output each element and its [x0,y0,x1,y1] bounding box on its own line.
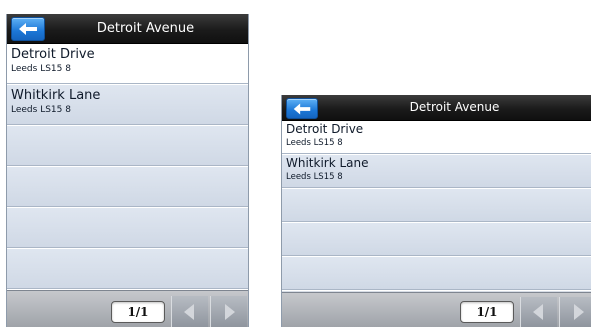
footer-bar: 1/1 [7,290,248,327]
empty-list-item [282,257,591,291]
empty-list-item [282,223,591,257]
list-item[interactable]: Detroit Drive Leeds LS15 8 [282,121,591,155]
result-list: Detroit Drive Leeds LS15 8 Whitkirk Lane… [7,44,248,290]
street-location: Leeds LS15 8 [286,138,343,148]
street-name: Whitkirk Lane [286,156,369,170]
next-page-button[interactable] [210,296,247,327]
header-bar: Detroit Avenue [282,95,591,121]
back-button[interactable] [11,17,45,41]
empty-list-item [7,167,248,208]
back-arrow-icon [293,103,311,114]
landscape-screen: Detroit Avenue Detroit Drive Leeds LS15 … [281,95,591,327]
empty-list-item [282,189,591,223]
list-item[interactable]: Whitkirk Lane Leeds LS15 8 [282,155,591,189]
empty-list-item [7,249,248,290]
chevron-left-icon [533,304,543,320]
header-bar: Detroit Avenue [7,14,248,44]
back-button[interactable] [286,98,318,119]
empty-list-item [7,126,248,167]
chevron-right-icon [574,304,584,320]
list-item[interactable]: Whitkirk Lane Leeds LS15 8 [7,85,248,126]
result-list: Detroit Drive Leeds LS15 8 Whitkirk Lane… [282,121,591,291]
previous-page-button[interactable] [520,297,557,327]
page-title: Detroit Avenue [96,21,195,36]
page-indicator: 1/1 [111,301,165,323]
street-location: Leeds LS15 8 [286,172,343,182]
street-name: Detroit Drive [286,122,364,136]
next-page-button[interactable] [559,297,591,327]
empty-list-item [7,208,248,249]
page-title: Detroit Avenue [409,100,500,114]
street-name: Detroit Drive [11,47,95,62]
previous-page-button[interactable] [171,296,208,327]
portrait-screen: Detroit Avenue Detroit Drive Leeds LS15 … [6,14,249,327]
list-item[interactable]: Detroit Drive Leeds LS15 8 [7,44,248,85]
street-location: Leeds LS15 8 [11,64,71,74]
chevron-left-icon [184,303,194,320]
page-indicator: 1/1 [460,301,514,323]
back-arrow-icon [19,23,37,35]
street-name: Whitkirk Lane [11,88,101,103]
street-location: Leeds LS15 8 [11,105,71,115]
footer-bar: 1/1 [282,292,591,327]
chevron-right-icon [225,303,235,320]
